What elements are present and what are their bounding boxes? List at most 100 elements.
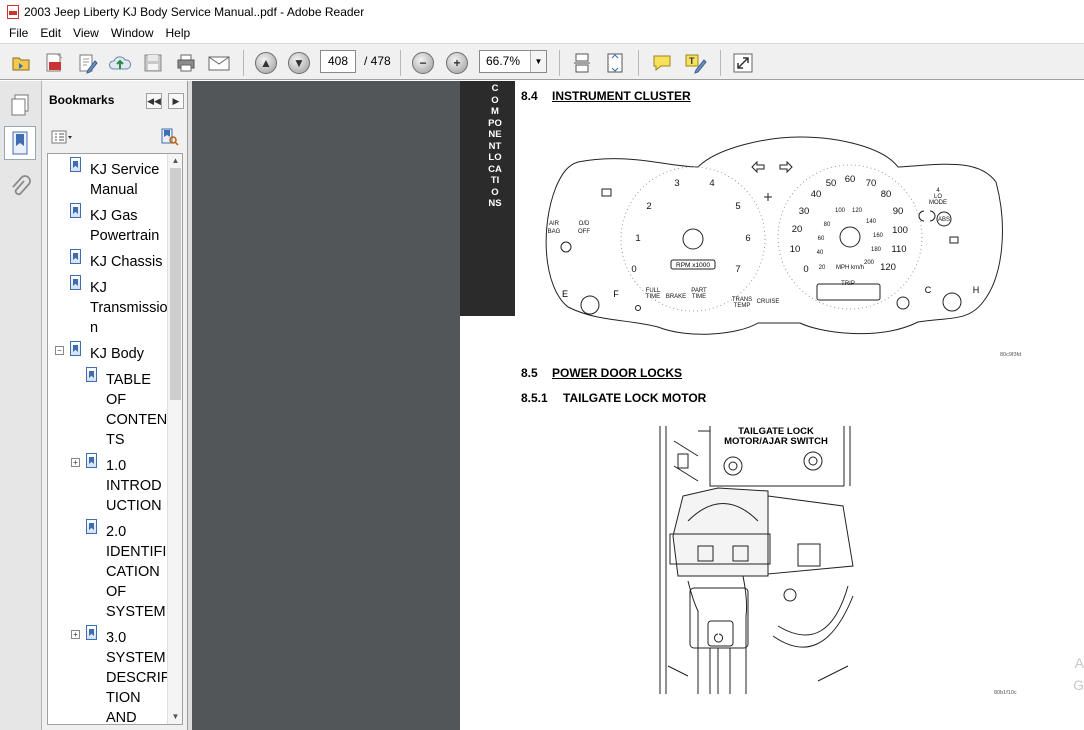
tach-1: 1 — [635, 233, 640, 244]
open-icon[interactable] — [9, 51, 33, 75]
tailgate-label-2: MOTOR/AJAR SWITCH — [724, 436, 828, 447]
page-thumbnails-icon[interactable] — [4, 88, 36, 122]
fuel-f-label: F — [613, 289, 619, 299]
create-pdf-icon[interactable] — [42, 51, 66, 75]
mph-80: 80 — [881, 189, 892, 200]
tach-6: 6 — [745, 233, 750, 244]
od-off-label-1: O/D — [579, 221, 590, 227]
full-time-label-2: TIME — [646, 294, 660, 300]
speed-unit: MPH km/h — [836, 265, 864, 271]
bookmark-kj-gas-powertrain[interactable]: KJ Gas Powertrain — [90, 206, 159, 246]
zoom-select[interactable]: 66.7% ▼ — [479, 50, 547, 73]
page-number-input[interactable]: 408 — [320, 50, 356, 73]
window-title: 2003 Jeep Liberty KJ Body Service Manual… — [24, 5, 365, 19]
menu-file[interactable]: File — [3, 26, 34, 40]
bookmark-label: n — [90, 320, 99, 336]
bookmark-introduction[interactable]: 1.0 INTROD UCTION — [106, 456, 162, 516]
zoom-out-icon[interactable]: − — [411, 51, 435, 75]
pdf-file-icon — [7, 5, 19, 19]
highlight-icon[interactable]: T — [684, 51, 708, 75]
bookmark-label: Transmissio — [90, 300, 168, 316]
menu-help[interactable]: Help — [160, 26, 197, 40]
kmh-40: 40 — [817, 250, 824, 256]
bookmark-tree: KJ Service Manual KJ Gas Powertrain KJ C… — [47, 153, 183, 725]
fuel-e-label: E — [562, 289, 568, 299]
watermark-letter: A — [1074, 655, 1084, 671]
scroll-up-icon[interactable]: ▲ — [168, 154, 182, 168]
zoom-in-icon[interactable]: + — [445, 51, 469, 75]
attachments-icon[interactable] — [4, 170, 36, 204]
bookmark-label: INTROD — [106, 478, 162, 494]
expand-icon[interactable] — [731, 51, 755, 75]
kmh-160: 160 — [873, 233, 884, 239]
bookmark-label: KJ Body — [90, 346, 144, 362]
mph-90: 90 — [893, 206, 904, 217]
brake-label: BRAKE — [666, 294, 686, 300]
mph-120: 120 — [880, 262, 896, 273]
kmh-120: 120 — [852, 208, 863, 214]
panel-arrow-icon[interactable]: ▶ — [168, 93, 184, 109]
mph-110: 110 — [891, 244, 906, 255]
bookmark-kj-transmission[interactable]: KJ Transmissio n — [90, 278, 168, 338]
bookmark-kj-body[interactable]: KJ Body — [90, 344, 144, 364]
mph-50: 50 — [826, 178, 837, 189]
scrollbar-thumb[interactable] — [170, 168, 181, 400]
mph-20: 20 — [792, 224, 803, 235]
chevron-down-icon[interactable]: ▼ — [530, 51, 546, 72]
fit-page-icon[interactable] — [603, 51, 627, 75]
bookmark-identification[interactable]: 2.0 IDENTIFI CATION OF SYSTEM — [106, 522, 166, 622]
bookmark-label: TS — [106, 432, 125, 448]
kmh-200: 200 — [864, 260, 875, 266]
edit-icon[interactable] — [75, 51, 99, 75]
bookmark-system-description[interactable]: 3.0 SYSTEM DESCRIP TION AND — [106, 628, 171, 724]
menu-edit[interactable]: Edit — [34, 26, 67, 40]
bookmark-label: KJ Service — [90, 162, 160, 178]
save-icon[interactable] — [141, 51, 165, 75]
menu-bar: File Edit View Window Help — [0, 24, 1084, 42]
collapse-toggle[interactable]: − — [55, 346, 64, 355]
menu-view[interactable]: View — [67, 26, 105, 40]
print-icon[interactable] — [174, 51, 198, 75]
kmh-80: 80 — [824, 222, 831, 228]
bookmark-label: CONTEN — [106, 412, 168, 428]
bookmark-table-of-contents[interactable]: TABLE OF CONTEN TS — [106, 370, 167, 450]
tach-7: 7 — [735, 264, 740, 275]
collapse-left-icon[interactable]: ◀◀ — [146, 93, 162, 109]
comment-icon[interactable] — [650, 51, 674, 75]
find-bookmark-icon[interactable] — [159, 127, 179, 150]
scroll-down-icon[interactable]: ▼ — [168, 710, 182, 724]
page-down-icon[interactable]: ▼ — [287, 51, 311, 75]
figure-id: 80b1f10c — [994, 690, 1017, 696]
expand-toggle[interactable]: + — [71, 458, 80, 467]
bookmark-label: Powertrain — [90, 228, 160, 244]
menu-window[interactable]: Window — [105, 26, 160, 40]
bookmark-options-button[interactable] — [51, 130, 73, 144]
page-up-icon[interactable]: ▲ — [254, 51, 278, 75]
upload-icon[interactable] — [108, 51, 132, 75]
bookmark-scrollbar[interactable]: ▲ ▼ — [167, 154, 182, 724]
bookmark-kj-service-manual[interactable]: KJ Service Manual — [90, 160, 159, 200]
tach-2: 2 — [646, 201, 651, 212]
bookmark-label: UCTION — [106, 498, 162, 514]
scroll-mode-icon[interactable] — [570, 51, 594, 75]
tach-5: 5 — [735, 201, 740, 212]
instrument-cluster-diagram: 0 1 2 3 4 5 6 7 0 10 20 30 40 50 60 70 8… — [545, 136, 1003, 335]
email-icon[interactable] — [207, 51, 231, 75]
kmh-20: 20 — [819, 265, 826, 271]
mph-100: 100 — [892, 225, 908, 236]
expand-toggle[interactable]: + — [71, 630, 80, 639]
toolbar-separator — [243, 50, 244, 76]
bookmark-icon — [70, 203, 81, 218]
rpm-label: RPM x1000 — [676, 262, 710, 269]
kmh-60: 60 — [818, 236, 825, 242]
mph-0: 0 — [803, 264, 808, 275]
watermark-letter: G — [1073, 677, 1084, 693]
mph-60: 60 — [845, 174, 856, 185]
bookmark-icon — [70, 341, 81, 356]
pdf-page: COMPONENT LOCATIONS 8.4 INSTRUMENT CLUST… — [460, 81, 1084, 730]
toolbar-separator — [559, 50, 560, 76]
bookmark-label: DESCRIP — [106, 670, 171, 686]
bookmark-kj-chassis[interactable]: KJ Chassis — [90, 252, 163, 272]
temp-c-label: C — [925, 285, 932, 295]
bookmarks-icon[interactable] — [4, 126, 36, 160]
